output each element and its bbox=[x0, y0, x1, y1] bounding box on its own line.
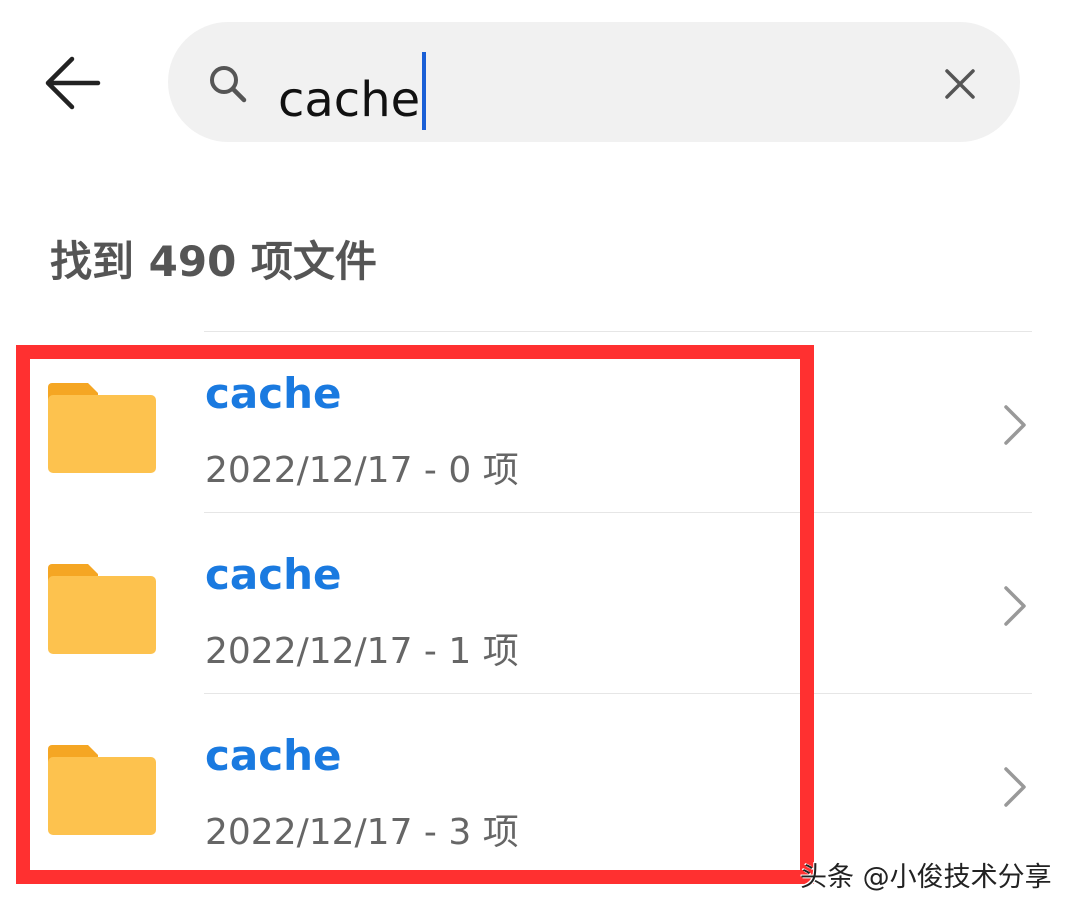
back-arrow-icon[interactable] bbox=[44, 55, 102, 111]
search-icon bbox=[210, 66, 247, 103]
search-bar[interactable]: cache bbox=[168, 22, 1020, 142]
text-cursor bbox=[422, 52, 427, 130]
divider bbox=[204, 331, 1032, 332]
chevron-right-icon bbox=[1004, 586, 1026, 626]
watermark: 头条 @小俊技术分享 bbox=[800, 862, 1052, 893]
result-count: 找到 490 项文件 bbox=[50, 237, 377, 286]
chevron-right-icon bbox=[1004, 767, 1026, 807]
close-icon[interactable] bbox=[944, 68, 976, 100]
chevron-right-icon bbox=[1004, 405, 1026, 445]
highlight-box bbox=[16, 345, 814, 884]
search-input[interactable]: cache bbox=[278, 52, 427, 130]
